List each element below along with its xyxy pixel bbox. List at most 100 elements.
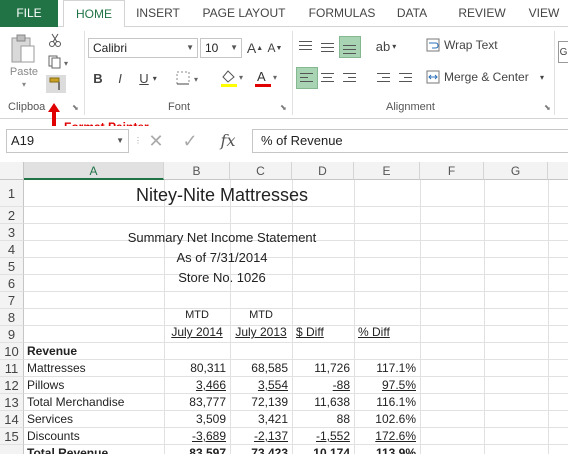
header-percent-diff[interactable]: % Diff: [358, 324, 416, 341]
tab-home[interactable]: HOME: [63, 0, 125, 28]
row-header-11[interactable]: 11: [0, 360, 24, 377]
sheet-subtitle[interactable]: Summary Net Income Statement: [24, 229, 420, 246]
row-header-12[interactable]: 12: [0, 377, 24, 394]
row-header-6[interactable]: 6: [0, 275, 24, 292]
line-label[interactable]: Discounts: [27, 428, 162, 445]
row-header-13[interactable]: 13: [0, 394, 24, 411]
line-value[interactable]: 88: [292, 411, 350, 428]
paste-dropdown-icon[interactable]: ▾: [14, 79, 34, 89]
sheet-title[interactable]: Nitey-Nite Mattresses: [24, 184, 420, 206]
line-value[interactable]: 3,421: [230, 411, 288, 428]
line-value[interactable]: 73,423: [230, 445, 288, 454]
select-all-corner[interactable]: [0, 162, 24, 180]
line-label[interactable]: Total Revenue: [27, 445, 162, 454]
font-color-icon[interactable]: A ▾: [252, 67, 282, 89]
column-header-b[interactable]: B: [164, 162, 230, 180]
row-header-4[interactable]: 4: [0, 241, 24, 258]
header-dollar-diff[interactable]: $ Diff: [296, 324, 354, 341]
align-right-icon[interactable]: [343, 73, 356, 85]
tab-data[interactable]: DATA: [388, 0, 436, 27]
merge-center-button[interactable]: Merge & Center: [444, 69, 534, 85]
line-value[interactable]: 102.6%: [354, 411, 416, 428]
line-value[interactable]: 72,139: [230, 394, 288, 411]
row-header-16[interactable]: [0, 445, 24, 454]
line-value[interactable]: 3,554: [230, 377, 288, 394]
tab-formulas[interactable]: FORMULAS: [302, 0, 382, 27]
row-header-7[interactable]: 7: [0, 292, 24, 309]
decrease-indent-icon[interactable]: [377, 73, 390, 85]
paste-icon[interactable]: [8, 33, 38, 65]
line-value[interactable]: 80,311: [164, 360, 226, 377]
line-value[interactable]: 11,726: [292, 360, 350, 377]
clipboard-launcher-icon[interactable]: ⬊: [72, 103, 81, 112]
fill-color-icon[interactable]: ▾: [218, 67, 248, 89]
borders-icon[interactable]: ▾: [174, 69, 204, 87]
line-value[interactable]: 97.5%: [354, 377, 416, 394]
line-value[interactable]: 11,638: [292, 394, 350, 411]
row-header-5[interactable]: 5: [0, 258, 24, 275]
line-value[interactable]: 172.6%: [354, 428, 416, 445]
line-value[interactable]: 113.9%: [354, 445, 416, 454]
bold-icon[interactable]: B: [90, 69, 106, 87]
paste-button[interactable]: Paste: [6, 65, 42, 79]
alignment-launcher-icon[interactable]: ⬊: [544, 103, 553, 112]
font-size-select[interactable]: 10 ▼: [200, 38, 242, 58]
row-header-10[interactable]: 10: [0, 343, 24, 360]
line-value[interactable]: 68,585: [230, 360, 288, 377]
line-value[interactable]: 10,174: [292, 445, 350, 454]
italic-icon[interactable]: I: [112, 69, 128, 87]
format-painter-icon[interactable]: [46, 75, 66, 93]
column-header-c[interactable]: C: [230, 162, 292, 180]
line-value[interactable]: -2,137: [230, 428, 288, 445]
line-label[interactable]: Mattresses: [27, 360, 162, 377]
header-july-2014[interactable]: July 2014: [164, 324, 230, 341]
line-value[interactable]: 83,777: [164, 394, 226, 411]
cancel-entry-icon[interactable]: ✕: [146, 129, 166, 153]
line-label[interactable]: Total Merchandise: [27, 394, 162, 411]
insert-function-icon[interactable]: fx: [215, 129, 241, 153]
name-box[interactable]: A19 ▼: [6, 129, 129, 153]
column-header-h[interactable]: [548, 162, 568, 180]
tab-view[interactable]: VIEW: [524, 0, 564, 27]
line-value[interactable]: 83,597: [164, 445, 226, 454]
row-header-14[interactable]: 14: [0, 411, 24, 428]
line-value[interactable]: -88: [292, 377, 350, 394]
orientation-icon[interactable]: ab ▾: [372, 37, 400, 55]
line-value[interactable]: 3,509: [164, 411, 226, 428]
underline-icon[interactable]: U ▾: [134, 69, 162, 87]
line-label[interactable]: Services: [27, 411, 162, 428]
column-header-e[interactable]: E: [354, 162, 420, 180]
row-header-1[interactable]: 1: [0, 180, 24, 207]
header-july-2013[interactable]: July 2013: [230, 324, 292, 341]
sheet-store[interactable]: Store No. 1026: [24, 269, 420, 286]
line-value[interactable]: -1,552: [292, 428, 350, 445]
font-launcher-icon[interactable]: ⬊: [280, 103, 289, 112]
column-header-g[interactable]: G: [484, 162, 548, 180]
row-header-15[interactable]: 15: [0, 428, 24, 445]
row-header-8[interactable]: 8: [0, 309, 24, 326]
chevron-down-icon[interactable]: ▾: [536, 69, 548, 85]
line-value[interactable]: 117.1%: [354, 360, 416, 377]
tab-insert[interactable]: INSERT: [130, 0, 186, 27]
copy-icon[interactable]: ▾: [46, 53, 72, 71]
header-mtd-2013[interactable]: MTD: [230, 307, 292, 324]
row-header-3[interactable]: 3: [0, 224, 24, 241]
sheet-date[interactable]: As of 7/31/2014: [24, 249, 420, 266]
font-name-select[interactable]: Calibri ▼: [88, 38, 198, 58]
row-header-2[interactable]: 2: [0, 207, 24, 224]
decrease-font-size-icon[interactable]: A ▼: [266, 38, 284, 58]
line-value[interactable]: -3,689: [164, 428, 226, 445]
line-label[interactable]: Pillows: [27, 377, 162, 394]
column-header-a[interactable]: A: [24, 162, 164, 180]
column-header-f[interactable]: F: [420, 162, 484, 180]
increase-font-size-icon[interactable]: A ▲: [246, 38, 264, 58]
increase-indent-icon[interactable]: [399, 73, 412, 85]
formula-input[interactable]: % of Revenue: [252, 129, 568, 153]
line-value[interactable]: 3,466: [164, 377, 226, 394]
top-align-icon[interactable]: [299, 41, 312, 53]
confirm-entry-icon[interactable]: ✓: [180, 129, 200, 153]
align-center-icon[interactable]: [321, 73, 334, 85]
middle-align-icon[interactable]: [321, 43, 334, 55]
wrap-text-button[interactable]: Wrap Text: [444, 37, 504, 53]
tab-review[interactable]: REVIEW: [450, 0, 514, 27]
